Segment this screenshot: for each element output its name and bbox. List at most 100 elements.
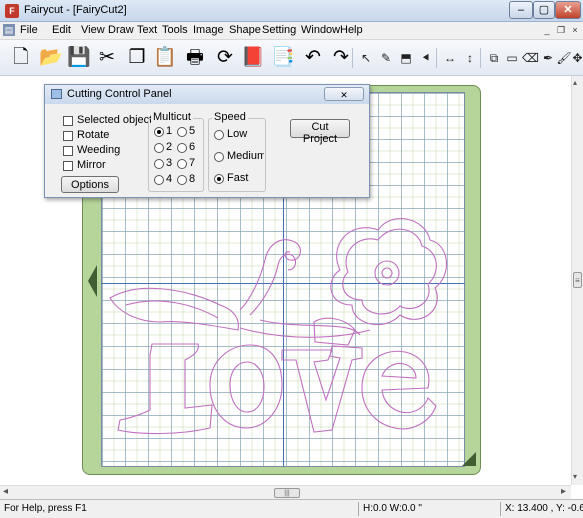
menu-edit[interactable]: Edit <box>52 24 71 36</box>
mdi-restore-button[interactable]: ❐ <box>555 24 567 36</box>
speed-fast-label: Fast <box>227 172 249 184</box>
scroll-down-button[interactable]: ▾ <box>573 472 577 481</box>
scroll-left-button[interactable]: ◂ <box>3 486 8 497</box>
node-edit-icon[interactable]: ✎ <box>378 50 394 66</box>
refresh-icon[interactable]: ⟳ <box>212 45 238 71</box>
multicut-2-radio[interactable] <box>154 143 164 153</box>
close-button[interactable]: ✕ <box>555 1 581 19</box>
import-icon[interactable]: 📑 <box>270 45 296 71</box>
multicut-1-radio[interactable] <box>154 127 164 137</box>
move-icon[interactable]: ✥ <box>572 50 583 66</box>
panel-title-bar[interactable]: Cutting Control Panel ✕ <box>45 85 369 104</box>
multicut-3-label: 3 <box>166 157 173 169</box>
document-icon[interactable]: ▤ <box>3 24 15 36</box>
speed-fast-radio[interactable] <box>214 174 224 184</box>
multicut-5-label: 5 <box>189 125 196 137</box>
scroll-up-button[interactable]: ▴ <box>573 78 577 87</box>
maximize-button[interactable]: ▢ <box>533 1 555 19</box>
speed-title: Speed <box>212 111 248 123</box>
select-arrow-icon[interactable]: ↖ <box>358 50 374 66</box>
mirror-checkbox[interactable] <box>63 161 73 171</box>
weeding-label: Weeding <box>77 144 121 156</box>
panel-close-button[interactable]: ✕ <box>324 87 364 101</box>
menu-bar: ▤ File Edit View Draw Text Tools Image S… <box>0 22 583 40</box>
flip-vertical-icon[interactable]: ↕ <box>462 50 478 66</box>
toolbar-separator <box>352 48 353 68</box>
letter-e[interactable] <box>313 317 437 430</box>
multicut-3-radio[interactable] <box>154 159 164 169</box>
cutting-control-panel: Cutting Control Panel ✕ Selected object … <box>44 84 370 198</box>
menu-image[interactable]: Image <box>193 24 224 36</box>
mdi-close-button[interactable]: × <box>569 24 581 36</box>
multicut-1-label: 1 <box>166 125 173 137</box>
cut-project-button[interactable]: Cut Project <box>290 119 350 145</box>
scroll-right-button[interactable]: ▸ <box>561 486 566 497</box>
horizontal-scrollbar[interactable]: ◂ ||| ▸ <box>0 485 571 499</box>
size-status-text: H:0.0 W:0.0 " <box>358 502 503 516</box>
app-icon[interactable]: F <box>5 4 19 18</box>
flower-shape[interactable] <box>330 218 448 325</box>
redo-icon[interactable]: ↷ <box>328 45 354 71</box>
menu-setting[interactable]: Setting <box>262 24 296 36</box>
weld-icon[interactable]: ⯇ <box>418 50 434 66</box>
selected-object-checkbox[interactable] <box>63 116 73 126</box>
panel-title: Cutting Control Panel <box>67 88 172 100</box>
menu-view[interactable]: View <box>81 24 105 36</box>
multicut-2-label: 2 <box>166 141 173 153</box>
letter-v[interactable] <box>281 345 363 433</box>
cut-icon[interactable]: ✂ <box>94 45 120 71</box>
speed-medium-label: Medium <box>227 150 264 162</box>
multicut-7-label: 7 <box>189 157 196 169</box>
menu-file[interactable]: File <box>20 24 38 36</box>
multicut-8-radio[interactable] <box>177 175 187 185</box>
window-title: Fairycut - [FairyCut2] <box>24 4 127 16</box>
mdi-minimize-button[interactable]: _ <box>541 24 553 36</box>
multicut-6-label: 6 <box>189 141 196 153</box>
copy-icon[interactable]: ❐ <box>124 45 150 71</box>
menu-shape[interactable]: Shape <box>229 24 261 36</box>
love-flower-design[interactable] <box>100 210 460 450</box>
multicut-title: Multicut <box>151 111 193 123</box>
speed-low-label: Low <box>227 128 248 140</box>
multicut-7-radio[interactable] <box>177 159 187 169</box>
status-bar: For Help, press F1 H:0.0 W:0.0 " X: 13.4… <box>0 499 583 518</box>
vertical-scroll-thumb[interactable]: ≡ <box>573 272 582 288</box>
menu-help[interactable]: Help <box>340 24 363 36</box>
fill-icon[interactable]: 🖌 <box>556 50 572 66</box>
shape-icon[interactable]: ⬒ <box>398 50 414 66</box>
swirl-shape[interactable] <box>239 239 371 338</box>
speed-low-radio[interactable] <box>214 130 224 140</box>
eraser-icon[interactable]: ⌫ <box>522 50 539 66</box>
menu-tools[interactable]: Tools <box>162 24 188 36</box>
horizontal-scroll-thumb[interactable]: ||| <box>274 488 300 498</box>
save-icon[interactable]: 💾 <box>66 45 92 71</box>
open-folder-icon[interactable]: 📂 <box>38 45 64 71</box>
weeding-checkbox[interactable] <box>63 146 73 156</box>
letter-o[interactable] <box>209 344 283 429</box>
rectangle-icon[interactable]: ▭ <box>504 50 520 66</box>
paste-icon[interactable]: 📋 <box>152 45 178 71</box>
mirror-label: Mirror <box>77 159 106 171</box>
flip-horizontal-icon[interactable]: ↔ <box>442 50 458 66</box>
book-icon[interactable]: 📕 <box>240 45 266 71</box>
speed-medium-radio[interactable] <box>214 152 224 162</box>
multicut-5-radio[interactable] <box>177 127 187 137</box>
menu-text[interactable]: Text <box>137 24 157 36</box>
vertical-scrollbar[interactable]: ▴ ≡ ▾ <box>571 76 583 485</box>
pen-icon[interactable]: ✒ <box>540 50 556 66</box>
print-icon[interactable]: 🖶 <box>182 45 208 71</box>
letter-l[interactable] <box>109 287 239 435</box>
title-bar: F Fairycut - [FairyCut2] – ▢ ✕ <box>0 0 583 22</box>
new-file-icon[interactable]: 🗋 <box>8 45 34 71</box>
coordinates-status-text: X: 13.400 , Y: -0.65 <box>500 502 583 516</box>
multicut-4-radio[interactable] <box>154 175 164 185</box>
panel-window-icon <box>51 89 62 99</box>
menu-draw[interactable]: Draw <box>108 24 134 36</box>
minimize-button[interactable]: – <box>509 1 533 19</box>
menu-window[interactable]: Window <box>301 24 340 36</box>
align-icon[interactable]: ⧉ <box>486 50 502 66</box>
rotate-checkbox[interactable] <box>63 131 73 141</box>
options-button[interactable]: Options <box>61 176 119 193</box>
multicut-6-radio[interactable] <box>177 143 187 153</box>
undo-icon[interactable]: ↶ <box>300 45 326 71</box>
